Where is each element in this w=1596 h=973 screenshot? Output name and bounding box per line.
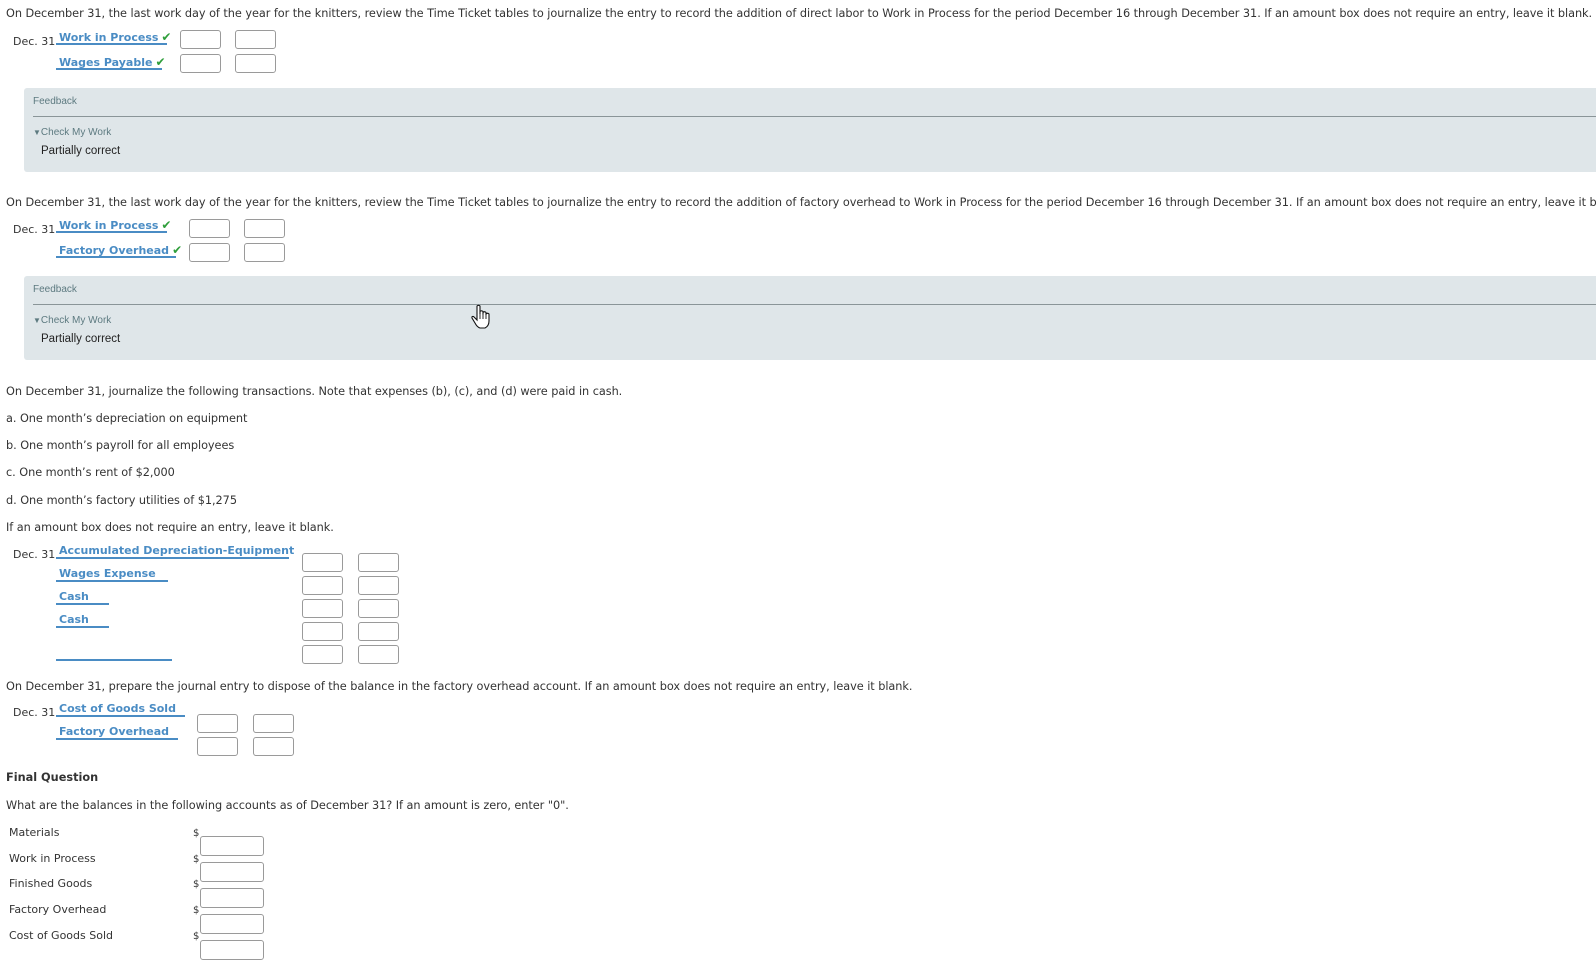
transaction-item: d. One month’s factory utilities of $1,2… — [6, 494, 237, 507]
debit-input[interactable] — [180, 30, 221, 49]
entry-date: Dec. 31 — [13, 35, 56, 48]
credit-input[interactable] — [244, 219, 285, 238]
balance-input-finished-goods[interactable] — [200, 888, 264, 908]
balance-label-materials: Materials — [9, 826, 60, 839]
feedback-panel: Feedback ▼Check My Work Partially correc… — [24, 88, 1596, 172]
account-select-cash[interactable]: Cash — [56, 590, 109, 605]
account-select-factory-overhead[interactable]: Factory Overhead — [56, 725, 178, 740]
entry-date: Dec. 31 — [13, 223, 56, 236]
check-my-work-toggle[interactable]: ▼Check My Work — [33, 315, 111, 326]
debit-input[interactable] — [302, 622, 343, 641]
account-name: Work in Process — [59, 219, 159, 232]
feedback-panel: Feedback ▼Check My Work Partially correc… — [24, 276, 1596, 360]
check-my-work-label: Check My Work — [40, 315, 112, 326]
dollar-sign: $ — [193, 854, 200, 865]
balance-input-materials[interactable] — [200, 836, 264, 856]
balance-label-factory-overhead: Factory Overhead — [9, 903, 107, 916]
balance-input-work-in-process[interactable] — [200, 862, 264, 882]
feedback-result: Partially correct — [41, 145, 121, 157]
credit-input[interactable] — [358, 576, 399, 595]
account-select-wages-payable[interactable]: Wages Payable ✔ — [56, 55, 166, 70]
credit-input[interactable] — [235, 54, 276, 73]
account-name: Cost of Goods Sold — [59, 702, 176, 715]
debit-input[interactable] — [189, 243, 230, 262]
account-select-work-in-process[interactable]: Work in Process ✔ — [56, 218, 171, 233]
feedback-result: Partially correct — [41, 333, 121, 345]
divider — [33, 116, 1596, 117]
check-my-work-label: Check My Work — [40, 127, 112, 138]
credit-input[interactable] — [244, 243, 285, 262]
credit-input[interactable] — [235, 30, 276, 49]
account-select-accumulated-depreciation[interactable]: Accumulated Depreciation-Equipment — [56, 544, 294, 559]
dollar-sign: $ — [193, 828, 200, 839]
factory-overhead-prompt: On December 31, the last work day of the… — [6, 196, 1596, 209]
account-select-work-in-process[interactable]: Work in Process ✔ — [56, 30, 171, 45]
account-select-wages-expense[interactable]: Wages Expense — [56, 567, 168, 582]
credit-input[interactable] — [358, 599, 399, 618]
check-icon: ✔ — [172, 243, 183, 257]
transaction-item: a. One month’s depreciation on equipment — [6, 412, 248, 425]
credit-input[interactable] — [253, 737, 294, 756]
account-select-cash[interactable]: Cash — [56, 613, 109, 628]
debit-input[interactable] — [197, 714, 238, 733]
balance-input-factory-overhead[interactable] — [200, 914, 264, 934]
account-name: Wages Payable — [59, 56, 153, 69]
account-select-factory-overhead[interactable]: Factory Overhead ✔ — [56, 243, 182, 258]
feedback-title: Feedback — [33, 96, 77, 107]
hand-pointer-cursor-icon — [470, 304, 492, 334]
divider — [33, 304, 1596, 305]
dollar-sign: $ — [193, 905, 200, 916]
dispose-overhead-prompt: On December 31, prepare the journal entr… — [6, 680, 913, 693]
debit-input[interactable] — [302, 599, 343, 618]
transactions-instruction: If an amount box does not require an ent… — [6, 521, 334, 534]
credit-input[interactable] — [253, 714, 294, 733]
balance-label-finished-goods: Finished Goods — [9, 877, 93, 890]
final-question-heading: Final Question — [6, 771, 99, 784]
transaction-item: c. One month’s rent of $2,000 — [6, 466, 175, 479]
final-question-prompt: What are the balances in the following a… — [6, 799, 569, 812]
entry-date: Dec. 31 — [13, 706, 56, 719]
debit-input[interactable] — [302, 645, 343, 664]
transactions-prompt: On December 31, journalize the following… — [6, 385, 623, 398]
debit-input[interactable] — [189, 219, 230, 238]
account-select-cost-of-goods-sold[interactable]: Cost of Goods Sold — [56, 702, 185, 717]
check-icon: ✔ — [161, 30, 172, 44]
direct-labor-prompt: On December 31, the last work day of the… — [6, 7, 1593, 20]
account-select-empty[interactable] — [56, 646, 172, 661]
account-name: Wages Expense — [59, 567, 156, 580]
dollar-sign: $ — [193, 879, 200, 890]
balance-label-cost-of-goods-sold: Cost of Goods Sold — [9, 929, 113, 942]
credit-input[interactable] — [358, 622, 399, 641]
check-my-work-toggle[interactable]: ▼Check My Work — [33, 127, 111, 138]
balance-input-cost-of-goods-sold[interactable] — [200, 940, 264, 960]
triangle-down-icon: ▼ — [33, 316, 41, 325]
debit-input[interactable] — [302, 553, 343, 572]
check-icon: ✔ — [161, 218, 172, 232]
transaction-item: b. One month’s payroll for all employees — [6, 439, 235, 452]
credit-input[interactable] — [358, 553, 399, 572]
check-icon: ✔ — [155, 55, 166, 69]
debit-input[interactable] — [197, 737, 238, 756]
debit-input[interactable] — [302, 576, 343, 595]
account-name: Factory Overhead — [59, 725, 170, 738]
triangle-down-icon: ▼ — [33, 128, 41, 137]
account-name: Factory Overhead — [59, 244, 170, 257]
credit-input[interactable] — [358, 645, 399, 664]
entry-date: Dec. 31 — [13, 548, 56, 561]
dollar-sign: $ — [193, 931, 200, 942]
account-name: Cash — [59, 613, 89, 626]
account-name: Accumulated Depreciation-Equipment — [59, 544, 295, 557]
debit-input[interactable] — [180, 54, 221, 73]
balance-label-work-in-process: Work in Process — [9, 852, 96, 865]
account-name: Work in Process — [59, 31, 159, 44]
feedback-title: Feedback — [33, 284, 77, 295]
account-name: Cash — [59, 590, 89, 603]
